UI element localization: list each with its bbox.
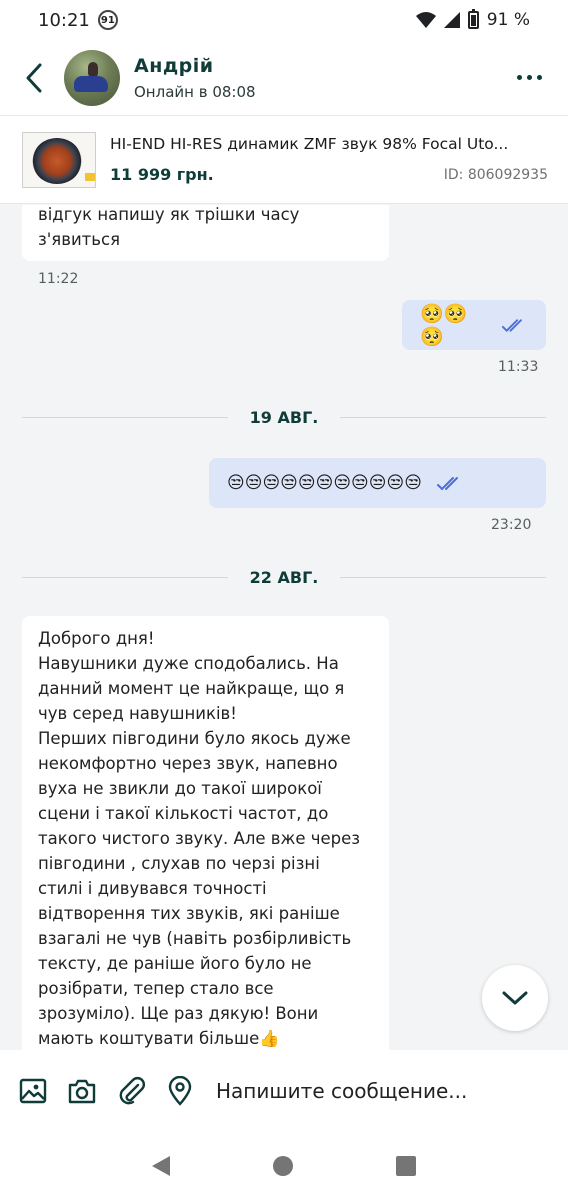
message-line: такого чистого звуку. Але вже через [38,829,361,848]
scroll-down-button[interactable] [482,965,548,1031]
camera-button[interactable] [67,1076,97,1106]
chat-header: Андрій Онлайн в 08:08 [0,40,568,116]
contact-status: Онлайн в 08:08 [134,82,256,101]
share-location-button[interactable] [165,1076,195,1106]
message-line: сцени і такої кількості частот, до [38,804,329,823]
nav-back-icon[interactable] [151,1155,170,1176]
product-id: ID: 806092935 [443,166,548,183]
message-composer: Напишите сообщение... [0,1050,568,1132]
status-time: 10:21 [38,9,90,31]
location-pin-icon [168,1076,192,1106]
wifi-icon [415,12,436,28]
system-nav-bar [0,1132,568,1199]
product-card[interactable]: HI-END HI-RES динамик ZMF звук 98% Focal… [0,116,568,204]
battery-level: 91 % [486,10,530,30]
message-line: вуха не звикли до такої широкої [38,779,322,798]
double-check-icon [502,319,523,333]
attach-image-button[interactable] [18,1076,48,1106]
message-line: зрозуміло). Ще раз дякую! Вони [38,1004,319,1023]
message-line: взагалі не чув (навіть розбірливість [38,929,352,948]
message-line: чув серед навушників! [38,704,237,723]
more-options-button[interactable] [517,75,542,80]
contact-info[interactable]: Андрій Онлайн в 08:08 [134,55,256,101]
camera-icon [68,1079,96,1104]
back-button[interactable] [18,58,50,98]
message-line: стилі і дивувався точності [38,879,267,898]
product-price: 11 999 грн. [110,165,214,184]
message-time: 11:22 [38,271,79,287]
message-list[interactable]: відгук напишу як трішки часу з'явиться 1… [0,205,568,1050]
message-line: відгук напишу як трішки часу [38,205,300,224]
message-text: 🥺🥺🥺 [420,303,468,348]
message-text: 😒😒😒😒😒😒😒😒😒😒😒 [227,473,422,493]
message-outgoing[interactable]: 🥺🥺🥺 [402,300,546,350]
nav-home-icon[interactable] [272,1155,293,1176]
message-line: данний момент це найкраще, що я [38,679,345,698]
message-line: тексту, де раніше його було не [38,954,312,973]
message-time: 23:20 [491,517,532,533]
signal-icon [443,12,460,28]
date-label: 19 АВГ. [249,407,319,427]
chevron-down-icon [502,991,528,1005]
paperclip-icon [119,1077,145,1105]
contact-name: Андрій [134,54,214,77]
more-horizontal-icon [517,75,522,80]
status-icons: 91 % [415,9,530,30]
message-line: відтворення тих звуків, які раніше [38,904,340,923]
message-line: некомфортно через звук, напевно [38,754,338,773]
message-line: Доброго дня! [38,629,155,648]
message-incoming[interactable]: відгук напишу як трішки часу з'явиться [22,205,389,261]
message-line: мають коштувати більше👍 [38,1029,280,1048]
product-title: HI-END HI-RES динамик ZMF звук 98% Focal… [110,135,509,153]
message-line: розібрати, тепер стало все [38,979,274,998]
message-line: з'явиться [38,230,121,249]
status-bar: 10:21 91 91 % [0,0,568,40]
double-check-icon [436,477,458,491]
product-info: HI-END HI-RES динамик ZMF звук 98% Focal… [110,135,568,184]
avatar[interactable] [64,49,120,106]
battery-icon [467,9,479,29]
date-separator: 19 АВГ. [22,407,546,427]
date-label: 22 АВГ. [249,567,319,587]
attach-file-button[interactable] [116,1076,146,1106]
image-icon [19,1078,47,1104]
arrow-left-icon [26,63,42,92]
message-line: півгодини , слухав по черзі різні [38,854,320,873]
message-outgoing[interactable]: 😒😒😒😒😒😒😒😒😒😒😒 [209,458,546,508]
message-incoming[interactable]: Доброго дня! Навушники дуже сподобались.… [22,616,389,1050]
nav-recents-icon[interactable] [396,1155,417,1176]
message-line: Навушники дуже сподобались. На [38,654,339,673]
message-time: 11:33 [498,359,539,375]
product-thumbnail [22,131,96,188]
notification-badge: 91 [97,10,118,30]
message-line: Перших півгодини було якось дуже [38,729,351,748]
message-input[interactable]: Напишите сообщение... [216,1079,467,1103]
date-separator: 22 АВГ. [22,567,546,587]
